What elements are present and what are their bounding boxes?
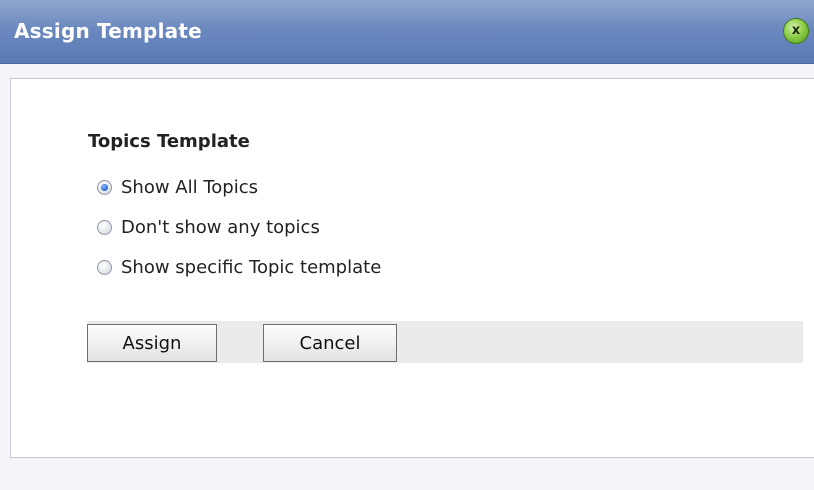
option-label: Show All Topics <box>121 177 258 198</box>
assign-template-dialog: Assign Template x Topics Template Show A… <box>0 0 814 490</box>
cancel-button[interactable]: Cancel <box>263 324 397 362</box>
radio-show-specific-topic-template[interactable] <box>97 260 112 275</box>
close-button[interactable]: x <box>783 18 809 44</box>
option-show-specific-topic-template[interactable]: Show specific Topic template <box>97 257 381 278</box>
radio-dont-show-any-topics[interactable] <box>97 220 112 235</box>
close-icon: x <box>791 23 801 38</box>
button-bar: Assign Cancel <box>87 321 803 363</box>
dialog-titlebar: Assign Template x <box>0 0 814 64</box>
dialog-title: Assign Template <box>14 19 202 43</box>
option-show-all-topics[interactable]: Show All Topics <box>97 177 258 198</box>
radio-show-all-topics[interactable] <box>97 180 112 195</box>
dialog-content: Topics Template Show All Topics Don't sh… <box>10 78 814 458</box>
option-label: Don't show any topics <box>121 217 320 238</box>
option-label: Show specific Topic template <box>121 257 382 278</box>
section-title: Topics Template <box>88 131 250 152</box>
option-dont-show-any-topics[interactable]: Don't show any topics <box>97 217 320 238</box>
assign-button[interactable]: Assign <box>87 324 217 362</box>
